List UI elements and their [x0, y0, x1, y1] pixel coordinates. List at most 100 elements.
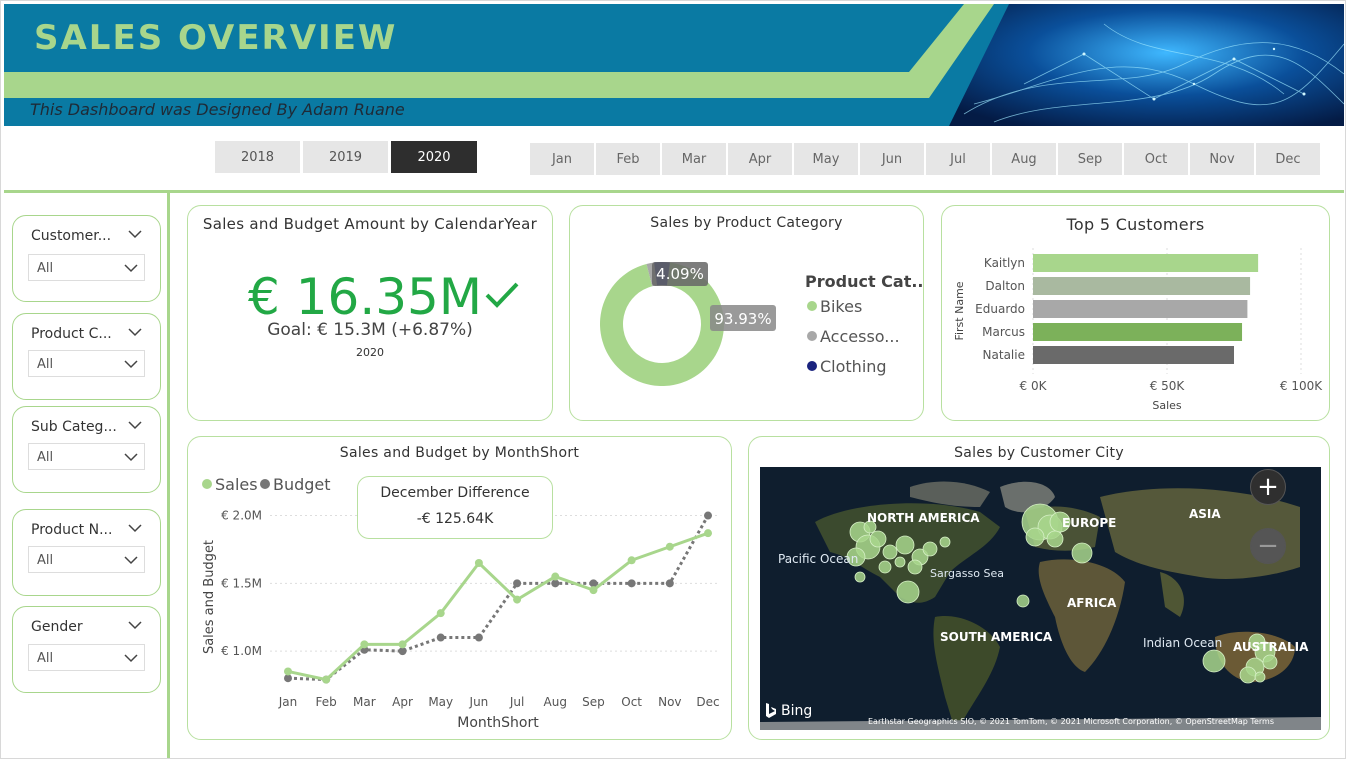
month-button-sep[interactable]: Sep	[1058, 143, 1122, 175]
line-point-sales-nov[interactable]	[665, 542, 674, 551]
line-legend-marker-sales	[202, 479, 212, 489]
filter-customer-dropdown[interactable]: All	[28, 254, 145, 281]
bar-marcus[interactable]	[1033, 323, 1243, 341]
line-series-sales[interactable]	[287, 531, 709, 682]
bar-kaitlyn[interactable]	[1033, 254, 1259, 272]
chevron-down-icon[interactable]	[128, 523, 142, 533]
map-area[interactable]: NORTH AMERICA EUROPE ASIA AFRICA SOUTH A…	[760, 467, 1321, 730]
filter-product-name-dropdown[interactable]: All	[28, 546, 145, 573]
line-legend-marker-budget	[260, 479, 270, 489]
line-point-sales-jul[interactable]	[513, 595, 522, 604]
month-button-aug[interactable]: Aug	[992, 143, 1056, 175]
kpi-value: € 16.35M	[248, 268, 520, 326]
line-x-tick-mar: Mar	[353, 695, 376, 709]
donut-legend-marker-0	[807, 301, 817, 311]
year-button-2019[interactable]: 2019	[303, 141, 388, 173]
filter-sub-category: Sub Categ... All	[12, 406, 161, 493]
donut-chart: 4.09% 93.93% Product Cat... Bikes Accesso...…	[600, 262, 925, 386]
month-button-nov[interactable]: Nov	[1190, 143, 1254, 175]
map-card: Sales by Customer City NORTH AMERICA EUR…	[748, 436, 1330, 740]
line-point-budget-jun[interactable]	[474, 633, 483, 642]
donut-card: Sales by Product Category 4.09% 93.93% Pro…	[569, 205, 925, 421]
bar-x-tick-0: € 0K	[1020, 379, 1048, 393]
line-y-axis-title: Sales and Budget	[202, 540, 217, 654]
map-label-indian: Indian Ocean	[1143, 636, 1223, 650]
year-button-2020[interactable]: 2020	[391, 141, 477, 173]
line-point-budget-nov[interactable]	[665, 579, 674, 588]
line-point-sales-jun[interactable]	[474, 559, 483, 567]
map-label-north-america: NORTH AMERICA	[867, 511, 980, 525]
line-point-sales-mar[interactable]	[360, 640, 369, 649]
year-button-2018[interactable]: 2018	[215, 141, 300, 173]
map-zoom-out-button[interactable]: −	[1250, 528, 1286, 564]
filter-product-name-value: All	[37, 553, 54, 568]
bar-dalton[interactable]	[1033, 277, 1251, 295]
filter-product-name: Product N... All	[12, 509, 161, 596]
month-button-apr[interactable]: Apr	[728, 143, 792, 175]
month-button-jan[interactable]: Jan	[530, 143, 594, 175]
filter-product-name-title: Product N...	[31, 522, 113, 538]
line-point-sales-feb[interactable]	[322, 675, 331, 684]
bar-eduardo[interactable]	[1033, 300, 1248, 318]
line-point-budget-jul[interactable]	[513, 579, 522, 588]
map-label-sargasso: Sargasso Sea	[930, 567, 1004, 580]
bar-label-marcus: Marcus	[982, 325, 1025, 339]
line-x-tick-aug: Aug	[544, 695, 567, 709]
bing-logo: Bing	[765, 703, 812, 719]
map-label-asia: ASIA	[1189, 507, 1221, 521]
filter-customer: Customer... All	[12, 215, 161, 302]
bar-natalie[interactable]	[1033, 346, 1234, 364]
line-point-budget-may[interactable]	[436, 633, 445, 642]
donut-legend-item-1[interactable]: Accesso...	[820, 327, 900, 346]
map-label-pacific: Pacific Ocean	[778, 552, 859, 566]
bar-label-kaitlyn: Kaitlyn	[984, 256, 1025, 270]
line-point-sales-may[interactable]	[436, 609, 445, 618]
bar-x-tick-2: € 100K	[1280, 379, 1323, 393]
month-button-jun[interactable]: Jun	[860, 143, 924, 175]
chevron-down-icon[interactable]	[128, 420, 142, 430]
bing-label: Bing	[781, 703, 813, 719]
month-button-oct[interactable]: Oct	[1124, 143, 1188, 175]
donut-legend-item-2[interactable]: Clothing	[820, 357, 887, 376]
line-x-tick-may: May	[428, 695, 453, 709]
chevron-down-icon[interactable]	[128, 229, 142, 239]
map-credit[interactable]: Earthstar Geographics SIO, © 2021 TomTom…	[868, 717, 1274, 726]
donut-label-bikes: 93.93%	[710, 305, 776, 331]
line-point-budget-oct[interactable]	[627, 579, 636, 588]
filter-product-category-title: Product C...	[31, 326, 112, 342]
month-button-may[interactable]: May	[794, 143, 858, 175]
line-point-sales-aug[interactable]	[551, 572, 560, 581]
divider-horizontal	[4, 190, 1344, 193]
month-button-mar[interactable]: Mar	[662, 143, 726, 175]
month-button-feb[interactable]: Feb	[596, 143, 660, 175]
callout-title: December Difference	[380, 485, 530, 501]
chevron-down-icon[interactable]	[128, 620, 142, 630]
filter-sub-category-dropdown[interactable]: All	[28, 443, 145, 470]
map-card-title: Sales by Customer City	[954, 445, 1124, 461]
map-label-south-america: SOUTH AMERICA	[940, 630, 1053, 644]
dashboard-title: SALES OVERVIEW	[34, 18, 398, 58]
map-zoom-in-button[interactable]: +	[1250, 469, 1286, 505]
chevron-down-icon[interactable]	[128, 327, 142, 337]
line-x-tick-nov: Nov	[658, 695, 681, 709]
line-point-sales-jan[interactable]	[284, 667, 292, 676]
chevron-down-icon	[124, 264, 138, 273]
line-point-sales-apr[interactable]	[398, 640, 407, 649]
filter-product-category-dropdown[interactable]: All	[28, 350, 145, 377]
kpi-card-title: Sales and Budget Amount by CalendarYear	[202, 215, 538, 233]
line-point-sales-dec[interactable]	[704, 529, 712, 538]
line-point-sales-sep[interactable]	[589, 586, 598, 595]
line-legend-budget[interactable]: Budget	[273, 475, 331, 494]
donut-legend-item-0[interactable]: Bikes	[820, 297, 862, 316]
filter-customer-value: All	[37, 261, 54, 276]
line-point-sales-oct[interactable]	[627, 556, 636, 565]
line-x-tick-jul: Jul	[509, 695, 524, 709]
line-legend-sales[interactable]: Sales	[215, 475, 258, 494]
bar-label-eduardo: Eduardo	[975, 302, 1025, 316]
filter-gender-dropdown[interactable]: All	[28, 644, 145, 671]
month-button-jul[interactable]: Jul	[926, 143, 990, 175]
line-point-budget-dec[interactable]	[704, 511, 712, 520]
line-x-tick-oct: Oct	[621, 695, 642, 709]
filter-sub-category-title: Sub Categ...	[31, 419, 117, 435]
month-button-dec[interactable]: Dec	[1256, 143, 1320, 175]
